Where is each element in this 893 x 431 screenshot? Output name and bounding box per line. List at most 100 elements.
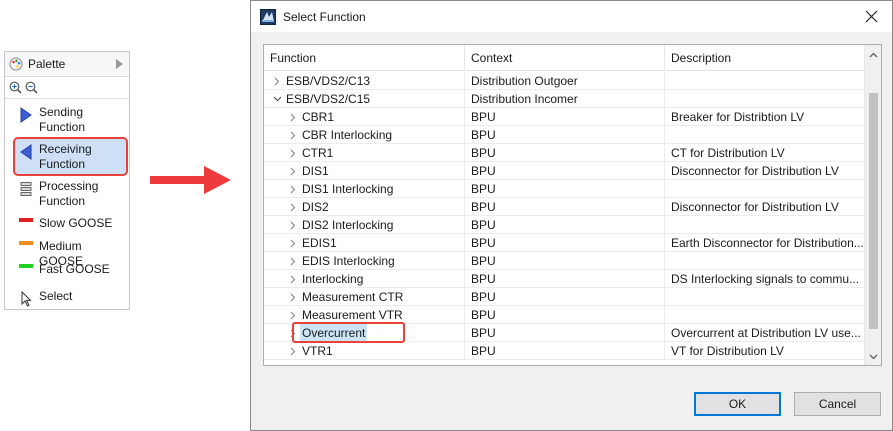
chevron-right-icon[interactable] bbox=[290, 221, 296, 230]
ok-button[interactable]: OK bbox=[694, 392, 781, 416]
palette-item-label: Function bbox=[39, 194, 86, 208]
chevron-down-icon[interactable] bbox=[273, 96, 282, 102]
context-cell: BPU bbox=[465, 126, 665, 144]
medium-goose-line-icon bbox=[19, 241, 33, 245]
table-row[interactable]: DIS1 BPU Disconnector for Distribution LV bbox=[264, 162, 866, 180]
palette-expand-icon[interactable] bbox=[116, 59, 123, 69]
function-name: Measurement CTR bbox=[302, 290, 404, 304]
function-name: DIS1 bbox=[302, 164, 329, 178]
chevron-right-icon[interactable] bbox=[290, 131, 296, 140]
chevron-right-icon[interactable] bbox=[274, 77, 280, 86]
table-row[interactable]: ESB/VDS2/C15 Distribution Incomer bbox=[264, 90, 866, 108]
context-cell: BPU bbox=[465, 180, 665, 198]
zoom-in-icon[interactable] bbox=[9, 81, 22, 94]
palette-item-receiving-function[interactable]: Receiving Function bbox=[5, 142, 129, 172]
column-header-context[interactable]: Context bbox=[465, 45, 665, 71]
table-row[interactable]: ESB/VDS2/C13 Distribution Outgoer bbox=[264, 72, 866, 90]
function-cell: DIS1 Interlocking bbox=[264, 180, 465, 198]
table-row[interactable]: EDIS1 BPU Earth Disconnector for Distribut… bbox=[264, 234, 866, 252]
zoom-out-icon[interactable] bbox=[25, 81, 38, 94]
chevron-right-icon[interactable] bbox=[290, 293, 296, 302]
palette-item-label: Function bbox=[39, 157, 86, 171]
select-function-dialog: Select Function Function Context Descrip… bbox=[250, 0, 893, 431]
table-row[interactable]: EDIS Interlocking BPU bbox=[264, 252, 866, 270]
fast-goose-line-icon bbox=[19, 264, 33, 268]
function-name: Interlocking bbox=[302, 272, 364, 286]
close-icon[interactable] bbox=[865, 10, 878, 23]
dialog-title: Select Function bbox=[283, 9, 366, 24]
context-cell: BPU bbox=[465, 252, 665, 270]
function-name: CBR Interlocking bbox=[302, 128, 393, 142]
function-cell: Interlocking bbox=[264, 270, 465, 288]
function-name: CTR1 bbox=[302, 146, 334, 160]
function-cell: CTR1 bbox=[264, 144, 465, 162]
table-row[interactable]: CBR1 BPU Breaker for Distribtion LV bbox=[264, 108, 866, 126]
cancel-button[interactable]: Cancel bbox=[794, 392, 881, 416]
context-cell: BPU bbox=[465, 324, 665, 342]
table-row[interactable]: CTR1 BPU CT for Distribution LV bbox=[264, 144, 866, 162]
chevron-right-icon[interactable] bbox=[290, 113, 296, 122]
vertical-scrollbar[interactable] bbox=[864, 45, 881, 365]
table-row[interactable]: DIS2 BPU Disconnector for Distribution LV bbox=[264, 198, 866, 216]
chevron-right-icon[interactable] bbox=[290, 203, 296, 212]
table-row[interactable]: VTR1 BPU VT for Distribution LV bbox=[264, 342, 866, 360]
pointer-icon bbox=[21, 291, 32, 307]
table-row[interactable]: CBR Interlocking BPU bbox=[264, 126, 866, 144]
palette-icon bbox=[9, 57, 23, 71]
column-header-description[interactable]: Description bbox=[665, 45, 866, 71]
dialog-titlebar[interactable]: Select Function bbox=[251, 1, 892, 32]
description-cell bbox=[665, 216, 866, 234]
description-cell: Disconnector for Distribution LV bbox=[665, 162, 866, 180]
table-header: Function Context Description bbox=[264, 45, 866, 71]
selection-highlight-box bbox=[292, 322, 405, 343]
context-cell: BPU bbox=[465, 216, 665, 234]
function-name: VTR1 bbox=[302, 344, 333, 358]
sending-triangle-icon bbox=[20, 107, 32, 123]
palette-item-label: Function bbox=[39, 120, 86, 134]
chevron-right-icon[interactable] bbox=[290, 149, 296, 158]
description-cell: Overcurrent at Distribution LV use... bbox=[665, 324, 866, 342]
function-cell: CBR Interlocking bbox=[264, 126, 465, 144]
description-cell bbox=[665, 252, 866, 270]
function-cell: EDIS1 bbox=[264, 234, 465, 252]
chevron-right-icon[interactable] bbox=[290, 347, 296, 356]
chevron-right-icon[interactable] bbox=[290, 311, 296, 320]
function-tree-table[interactable]: Function Context Description ESB/VDS2/C1… bbox=[263, 44, 882, 366]
palette-item-label: Processing bbox=[39, 179, 99, 193]
chevron-right-icon[interactable] bbox=[290, 239, 296, 248]
scroll-down-icon[interactable] bbox=[869, 354, 878, 360]
chevron-right-icon[interactable] bbox=[290, 275, 296, 284]
palette-item-processing-function[interactable]: Processing Function bbox=[5, 179, 129, 209]
palette-item-label: Fast GOOSE bbox=[39, 262, 110, 276]
description-cell: VT for Distribution LV bbox=[665, 342, 866, 360]
function-name: DIS1 Interlocking bbox=[302, 182, 394, 196]
palette-zoom-bar bbox=[5, 77, 129, 99]
description-cell: Breaker for Distribtion LV bbox=[665, 108, 866, 126]
palette-item-sending-function[interactable]: Sending Function bbox=[5, 105, 129, 135]
chevron-right-icon[interactable] bbox=[290, 185, 296, 194]
context-cell: Distribution Outgoer bbox=[465, 72, 665, 90]
function-cell: CBR1 bbox=[264, 108, 465, 126]
function-cell: ESB/VDS2/C15 bbox=[264, 90, 465, 108]
context-cell: Distribution Incomer bbox=[465, 90, 665, 108]
context-cell: BPU bbox=[465, 108, 665, 126]
palette-item-label: Select bbox=[39, 289, 73, 303]
scrollbar-thumb[interactable] bbox=[869, 93, 878, 329]
table-row[interactable]: Measurement CTR BPU bbox=[264, 288, 866, 306]
palette-item-fast-goose[interactable]: Fast GOOSE bbox=[5, 262, 129, 277]
palette-item-slow-goose[interactable]: Slow GOOSE bbox=[5, 216, 129, 231]
description-cell: Earth Disconnector for Distribution... bbox=[665, 234, 866, 252]
column-header-function[interactable]: Function bbox=[264, 45, 465, 71]
table-row[interactable]: DIS1 Interlocking BPU bbox=[264, 180, 866, 198]
context-cell: BPU bbox=[465, 306, 665, 324]
table-row[interactable]: Interlocking BPU DS Interlocking signals t… bbox=[264, 270, 866, 288]
function-name: ESB/VDS2/C13 bbox=[286, 74, 371, 88]
chevron-right-icon[interactable] bbox=[290, 257, 296, 266]
table-row[interactable]: DIS2 Interlocking BPU bbox=[264, 216, 866, 234]
scroll-up-icon[interactable] bbox=[869, 52, 878, 58]
palette-item-label: Sending bbox=[39, 105, 84, 119]
slow-goose-line-icon bbox=[19, 218, 33, 222]
chevron-right-icon[interactable] bbox=[290, 167, 296, 176]
palette-item-select[interactable]: Select bbox=[5, 289, 129, 307]
processing-stack-icon bbox=[20, 182, 32, 196]
